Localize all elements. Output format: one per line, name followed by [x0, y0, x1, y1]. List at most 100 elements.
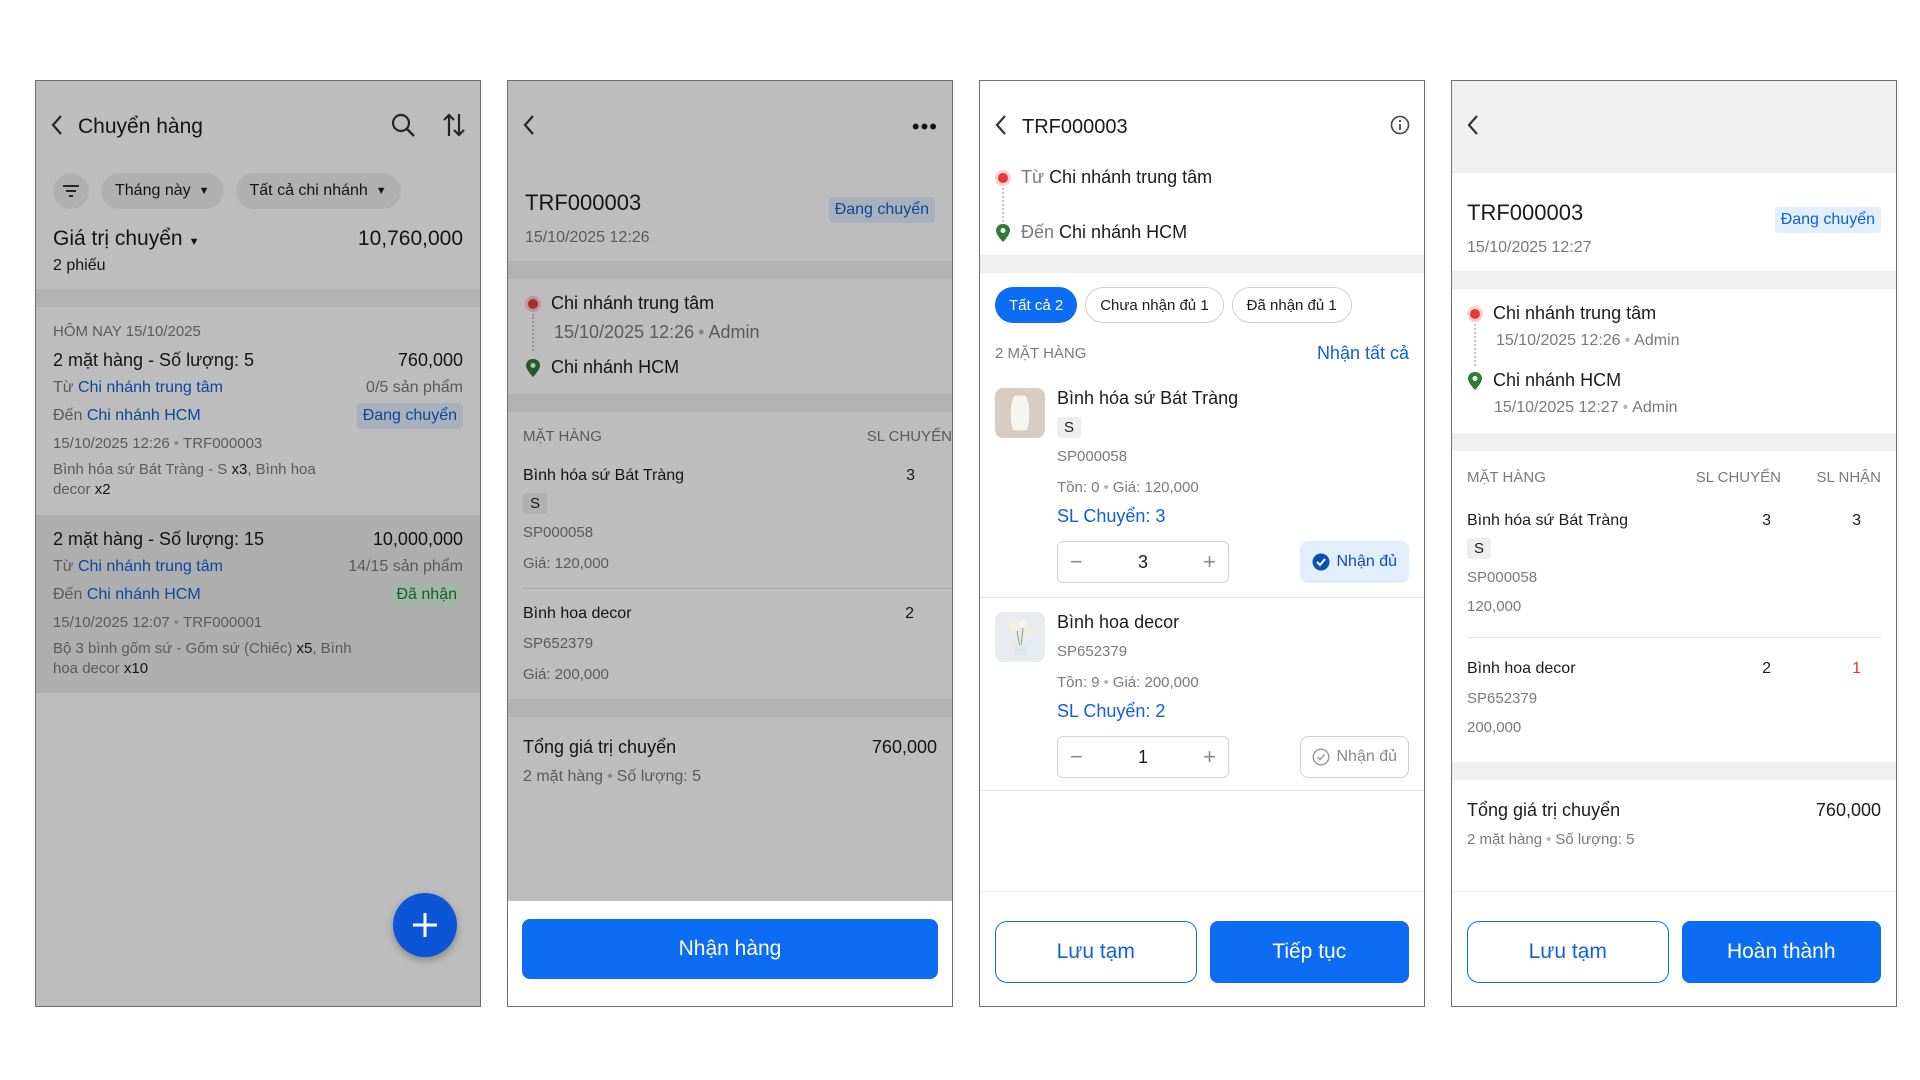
search-icon[interactable]: [390, 112, 416, 143]
back-icon[interactable]: [522, 114, 536, 141]
column-header-item: MẶT HÀNG: [523, 428, 602, 445]
table-row[interactable]: Bình hóa sứ Bát Tràng 3 3 S SP000058 120,0…: [1467, 486, 1881, 638]
plus-icon: [413, 913, 437, 937]
filter-chip-branch[interactable]: Tất cả chi nhánh ▼: [235, 173, 401, 209]
check-circle-icon: [1312, 553, 1329, 571]
to-branch: Chi nhánh HCM: [86, 585, 201, 603]
transfer-card[interactable]: 2 mặt hàng - Số lượng: 5 760,000 Từ Chi n…: [36, 340, 480, 515]
tab-all[interactable]: Tất cả 2: [995, 287, 1078, 323]
item-transfer-qty: 2: [1762, 660, 1771, 677]
tab-fully-received[interactable]: Đã nhận đủ 1: [1231, 287, 1352, 323]
receive-goods-button[interactable]: Nhận hàng: [522, 919, 938, 979]
summary-label[interactable]: Giá trị chuyển ▼: [53, 227, 199, 251]
receive-full-button[interactable]: Nhận đủ: [1299, 736, 1409, 778]
item-transfer-qty: 3: [1762, 512, 1771, 529]
total-items: 2 mặt hàng: [1467, 831, 1543, 848]
item-name: Bình hóa sứ Bát Tràng: [1057, 388, 1239, 408]
receive-full-button[interactable]: Nhận đủ: [1299, 541, 1409, 583]
quantity-stepper[interactable]: − 1 +: [1057, 736, 1229, 778]
item-stock: Tồn: 9: [1057, 674, 1100, 691]
origin-branch: Chi nhánh trung tâm: [1493, 303, 1657, 323]
tab-not-fully-received[interactable]: Chưa nhận đủ 1: [1085, 287, 1224, 323]
transfer-code: TRF000003: [525, 190, 642, 215]
divider: [508, 261, 952, 279]
items-table: MẶT HÀNG SL CHUYỂN Bình hóa sứ Bát Tràng 3…: [508, 412, 952, 699]
back-icon[interactable]: [994, 114, 1008, 141]
quantity-value[interactable]: 1: [1138, 747, 1148, 768]
items-summary: Bình hóa sứ Bát Tràng - S x3, Bình hoa d…: [53, 461, 316, 499]
save-draft-button[interactable]: Lưu tạm: [995, 921, 1197, 983]
destination-branch: Chi nhánh HCM: [1059, 222, 1188, 242]
item-name: Bình hoa decor: [1057, 612, 1180, 632]
divider: [508, 699, 952, 717]
item-received-qty: 3: [1852, 512, 1861, 529]
total-label: Tổng giá trị chuyển: [523, 737, 677, 757]
item-price: Giá: 200,000: [1112, 674, 1199, 691]
origin-pin-icon: [995, 169, 1011, 186]
item-sku: SP000058: [523, 524, 594, 541]
from-prefix: Từ: [1021, 167, 1045, 187]
minus-icon[interactable]: −: [1070, 549, 1083, 575]
divider: [1452, 762, 1896, 780]
total-value: 760,000: [1815, 800, 1881, 820]
item-sku: SP000058: [1467, 569, 1538, 586]
quantity-value[interactable]: 3: [1138, 552, 1148, 573]
header: •••: [508, 81, 952, 173]
add-transfer-button[interactable]: [393, 893, 457, 957]
product-image: [995, 388, 1045, 438]
quantity-stepper[interactable]: − 3 +: [1057, 541, 1229, 583]
plus-icon[interactable]: +: [1203, 549, 1216, 575]
transfer-datetime: 15/10/2025 12:26: [525, 229, 650, 246]
size-tag: S: [1467, 538, 1492, 559]
table-row[interactable]: Bình hóa sứ Bát Tràng 3 S SP000058 Giá: 1…: [523, 445, 952, 589]
info-icon[interactable]: [1390, 115, 1410, 140]
table-row[interactable]: Bình hoa decor 2 1 SP652379 200,000: [1467, 638, 1881, 762]
product-image: [995, 612, 1045, 662]
total-qty: Số lượng: 5: [616, 768, 702, 785]
destination-pin-icon: [1468, 371, 1482, 390]
column-header-qty: SL CHUYỂN: [866, 428, 952, 445]
divider: [36, 289, 480, 307]
item-name: Bình hoa decor: [1467, 660, 1576, 677]
from-prefix: Từ: [53, 379, 74, 396]
header: TRF000003: [980, 81, 1424, 173]
column-header-item: MẶT HÀNG: [1467, 469, 1546, 486]
item-sku: SP652379: [523, 635, 594, 652]
filter-chip-period[interactable]: Tháng này ▼: [101, 173, 224, 209]
size-tag: S: [523, 493, 548, 514]
complete-button[interactable]: Hoàn thành: [1681, 921, 1881, 983]
divider: [508, 394, 952, 412]
transfer-title: 2 mặt hàng - Số lượng: 5: [53, 350, 254, 370]
item-sku: SP000058: [1057, 448, 1128, 465]
more-icon[interactable]: •••: [912, 114, 938, 140]
sort-icon[interactable]: [442, 112, 466, 143]
transfer-amount: 10,000,000: [372, 528, 463, 549]
caret-down-icon: ▼: [375, 185, 387, 197]
receive-all-link[interactable]: Nhận tất cả: [1317, 343, 1409, 364]
receive-full-label: Nhận đủ: [1336, 553, 1398, 570]
table-row[interactable]: Bình hoa decor 2 SP652379 Giá: 200,000: [523, 589, 952, 699]
save-draft-button[interactable]: Lưu tạm: [1467, 921, 1669, 983]
from-prefix: Từ: [53, 557, 74, 575]
transfer-code: TRF000003: [183, 435, 263, 452]
back-icon[interactable]: [1466, 114, 1480, 141]
transfer-card[interactable]: 2 mặt hàng - Số lượng: 15 10,000,000 Từ C…: [36, 514, 480, 693]
transfer-header: TRF000003 Đang chuyển 15/10/2025 12:26: [508, 173, 952, 261]
filter-icon[interactable]: [53, 173, 89, 209]
status-badge: Đang chuyển: [828, 197, 935, 223]
item-price: 200,000: [1467, 719, 1522, 736]
filter-bar: Tháng này ▼ Tất cả chi nhánh ▼: [36, 173, 480, 209]
status-badge: Đã nhận: [390, 581, 463, 608]
divider: [1452, 271, 1896, 289]
to-prefix: Đến: [53, 407, 83, 424]
plus-icon[interactable]: +: [1203, 744, 1216, 770]
continue-button[interactable]: Tiếp tục: [1209, 921, 1409, 983]
filter-tabs: Tất cả 2 Chưa nhận đủ 1 Đã nhận đủ 1: [980, 273, 1424, 323]
caret-down-icon: ▼: [198, 185, 210, 197]
transfer-title: 2 mặt hàng - Số lượng: 15: [53, 528, 264, 549]
item-transfer-qty: SL Chuyển: 2: [1057, 701, 1166, 721]
item-stock: Tồn: 0: [1057, 479, 1100, 496]
minus-icon[interactable]: −: [1070, 744, 1083, 770]
back-icon[interactable]: [50, 114, 64, 141]
summary-value: 10,760,000: [357, 227, 463, 250]
